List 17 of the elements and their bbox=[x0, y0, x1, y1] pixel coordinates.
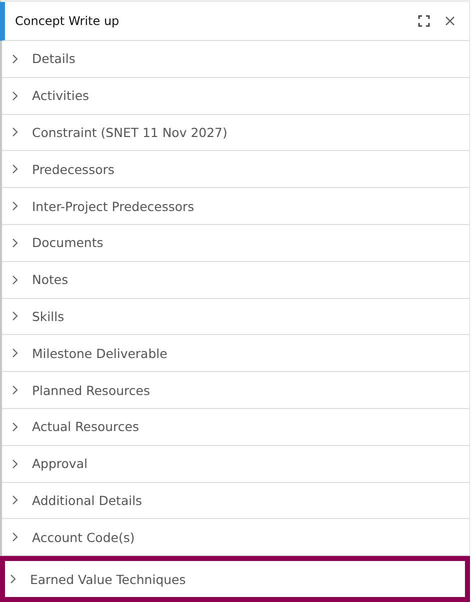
chevron-icon bbox=[12, 458, 18, 469]
chevron-icon bbox=[12, 495, 18, 506]
chevron-icon bbox=[12, 311, 18, 322]
chevron-icon bbox=[12, 532, 18, 542]
accordion-section[interactable]: Earned Value Techniques bbox=[0, 556, 470, 602]
chevron-icon bbox=[12, 90, 18, 101]
chevron-icon bbox=[12, 385, 18, 396]
chevron-icon bbox=[12, 348, 18, 358]
chevron-icon bbox=[10, 574, 16, 584]
chevron-icon bbox=[12, 54, 18, 64]
chevron-icon bbox=[12, 127, 18, 138]
chevron-icon bbox=[12, 201, 18, 212]
chevron-icon bbox=[12, 274, 18, 285]
chevron-icon bbox=[12, 238, 18, 248]
chevron-icon bbox=[12, 422, 18, 432]
panel-title: Concept Write up bbox=[15, 14, 120, 28]
chevron-icon bbox=[12, 164, 18, 174]
